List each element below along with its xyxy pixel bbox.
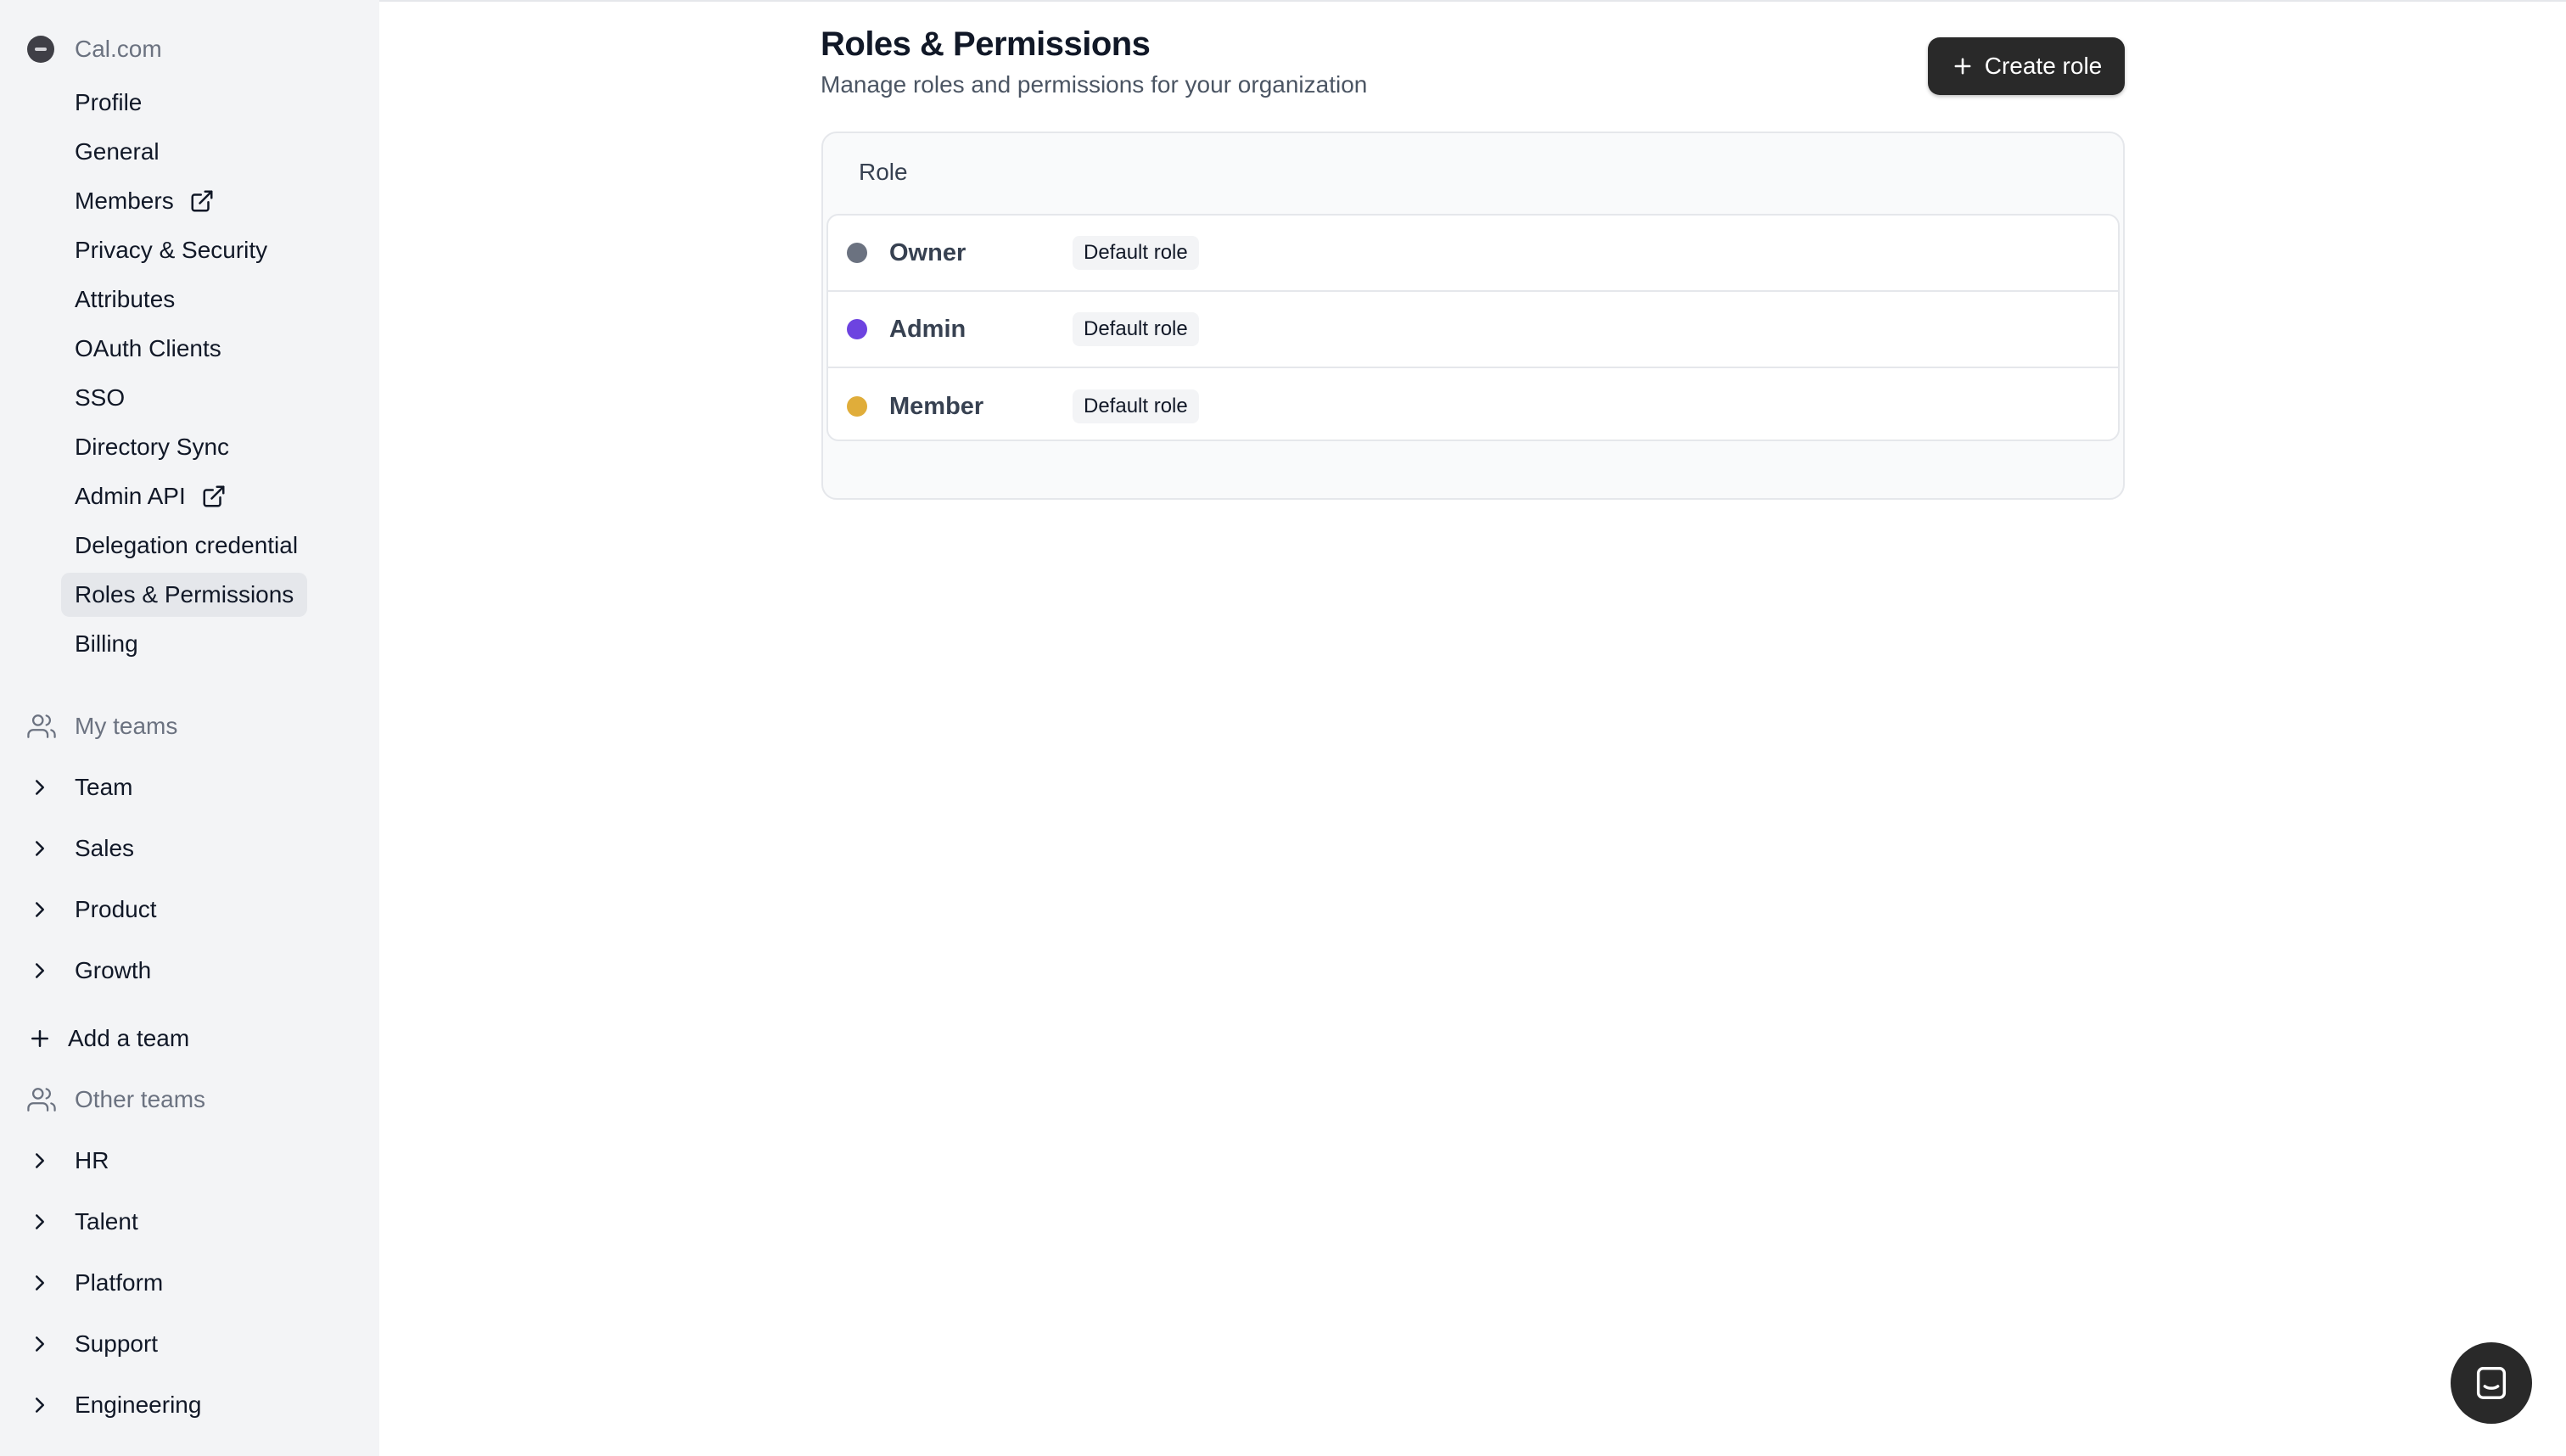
team-item-team[interactable]: Team — [27, 766, 132, 809]
support-chat-button[interactable] — [2451, 1342, 2532, 1424]
team-item-label: Growth — [75, 957, 152, 983]
other-teams-header: Other teams — [27, 1078, 205, 1121]
users-icon — [27, 714, 56, 738]
sidebar-item-delegation-credential[interactable]: Delegation credential — [61, 524, 311, 568]
default-role-badge: Default role — [1073, 312, 1199, 346]
chevron-right-icon — [36, 963, 44, 978]
role-color-dot — [847, 243, 867, 263]
sidebar-item-label: Billing — [75, 630, 138, 657]
role-color-dot — [847, 319, 867, 339]
page-subtitle: Manage roles and permissions for your or… — [821, 71, 1368, 98]
sidebar-item-label: OAuth Clients — [75, 335, 221, 361]
chat-icon — [2476, 1367, 2507, 1399]
roles-table: Role Owner Default role Admin Default ro… — [821, 132, 2125, 500]
my-teams-label: My teams — [75, 713, 178, 739]
team-item-label: HR — [75, 1147, 109, 1173]
team-item-product[interactable]: Product — [27, 888, 157, 931]
chevron-right-icon — [36, 1214, 44, 1229]
sidebar-item-billing[interactable]: Billing — [61, 622, 152, 666]
users-icon — [27, 1088, 56, 1112]
sidebar-item-attributes[interactable]: Attributes — [61, 277, 188, 322]
external-link-icon — [191, 190, 213, 212]
default-role-badge: Default role — [1073, 389, 1199, 423]
team-item-label: Engineering — [75, 1392, 202, 1418]
org-name: Cal.com — [75, 36, 162, 62]
chevron-right-icon — [36, 1336, 44, 1352]
role-name: Member — [889, 392, 984, 420]
sidebar-item-label: Members — [75, 188, 174, 214]
role-row-member[interactable]: Member Default role — [828, 368, 2118, 440]
chevron-right-icon — [36, 1275, 44, 1291]
column-header-role: Role — [859, 159, 908, 185]
sidebar-item-label: SSO — [75, 384, 126, 411]
chevron-right-icon — [36, 1397, 44, 1413]
other-teams-label: Other teams — [75, 1086, 206, 1112]
sidebar-item-label: Roles & Permissions — [75, 581, 294, 608]
team-item-sales[interactable]: Sales — [27, 827, 134, 870]
sidebar-item-general[interactable]: General — [61, 130, 173, 174]
app: Cal.com Profile General Members Privacy … — [0, 0, 2566, 1456]
sidebar-item-label: Attributes — [75, 286, 176, 312]
sidebar-item-sso[interactable]: SSO — [61, 376, 138, 420]
settings-sidebar: Cal.com Profile General Members Privacy … — [0, 0, 379, 1456]
team-item-talent[interactable]: Talent — [27, 1201, 138, 1243]
default-role-badge: Default role — [1073, 236, 1199, 270]
sidebar-item-label: Profile — [75, 89, 143, 115]
chevron-right-icon — [36, 902, 44, 917]
sidebar-item-label: General — [75, 138, 160, 165]
plus-icon — [1954, 58, 1971, 75]
sidebar-item-members[interactable]: Members — [61, 179, 228, 223]
sidebar-item-admin-api[interactable]: Admin API — [61, 474, 240, 518]
role-name: Owner — [889, 238, 966, 266]
team-item-label: Product — [75, 896, 157, 922]
external-link-icon — [203, 485, 225, 507]
sidebar-item-label: Directory Sync — [75, 434, 230, 460]
sidebar-item-oauth-clients[interactable]: OAuth Clients — [61, 327, 235, 371]
plus-icon — [31, 1030, 48, 1047]
chevron-right-icon — [36, 841, 44, 856]
role-name: Admin — [889, 315, 966, 343]
team-item-label: Support — [75, 1330, 159, 1357]
team-item-hr[interactable]: HR — [27, 1140, 109, 1182]
create-role-label: Create role — [1984, 53, 2103, 79]
team-item-growth[interactable]: Growth — [27, 949, 151, 992]
role-row-owner[interactable]: Owner Default role — [828, 216, 2118, 292]
role-color-dot — [847, 396, 867, 417]
team-item-label: Team — [75, 774, 133, 800]
sidebar-item-profile[interactable]: Profile — [61, 81, 155, 125]
create-role-button[interactable]: Create role — [1928, 37, 2125, 95]
team-item-support[interactable]: Support — [27, 1323, 158, 1365]
team-item-platform[interactable]: Platform — [27, 1262, 163, 1304]
sidebar-item-directory-sync[interactable]: Directory Sync — [61, 425, 243, 469]
sidebar-item-label: Admin API — [75, 483, 186, 509]
sidebar-item-privacy-security[interactable]: Privacy & Security — [61, 228, 281, 272]
roles-table-body: Owner Default role Admin Default role Me… — [826, 214, 2120, 441]
team-item-engineering[interactable]: Engineering — [27, 1384, 201, 1426]
role-row-admin[interactable]: Admin Default role — [828, 292, 2118, 368]
add-team-label: Add a team — [68, 1025, 190, 1051]
chevron-right-icon — [36, 780, 44, 795]
add-team-button[interactable]: Add a team — [27, 1017, 189, 1060]
my-teams-header: My teams — [27, 705, 177, 748]
team-item-label: Platform — [75, 1269, 164, 1296]
team-item-label: Talent — [75, 1208, 138, 1235]
sidebar-item-roles-permissions[interactable]: Roles & Permissions — [61, 573, 308, 617]
page-title: Roles & Permissions — [821, 25, 1151, 63]
sidebar-item-label: Privacy & Security — [75, 237, 268, 263]
team-item-label: Sales — [75, 835, 135, 861]
org-header[interactable]: Cal.com — [27, 32, 162, 66]
org-logo-icon — [27, 36, 54, 63]
chevron-right-icon — [36, 1153, 44, 1168]
sidebar-item-label: Delegation credential — [75, 532, 299, 558]
top-divider — [379, 0, 2566, 2]
